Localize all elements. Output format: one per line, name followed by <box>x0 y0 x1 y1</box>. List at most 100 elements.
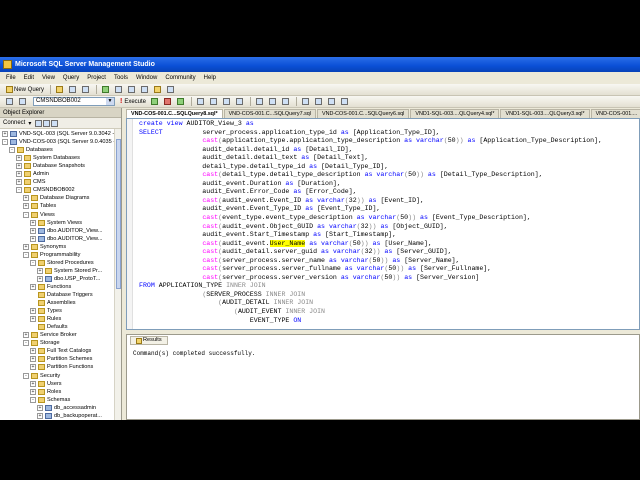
expand-icon[interactable]: + <box>30 388 36 395</box>
collapse-icon[interactable]: - <box>23 251 29 258</box>
save-all-button[interactable] <box>80 85 92 95</box>
document-tab[interactable]: VND1-SQL-003....QLQuery3.sql* <box>500 109 590 118</box>
expand-icon[interactable]: + <box>30 356 36 363</box>
open-button[interactable] <box>54 85 66 95</box>
query-designer-button[interactable] <box>208 97 220 107</box>
expand-icon[interactable]: + <box>37 275 43 282</box>
new-query-button[interactable]: New Query <box>4 85 46 95</box>
expand-icon[interactable]: + <box>37 267 43 274</box>
uncomment-button[interactable] <box>313 97 325 107</box>
properties-button[interactable] <box>152 85 164 95</box>
expand-icon[interactable]: + <box>16 179 22 186</box>
debug-button[interactable] <box>149 97 161 107</box>
disconnect-icon[interactable] <box>35 119 43 127</box>
parse-button[interactable] <box>175 97 187 107</box>
expand-icon[interactable]: + <box>16 163 22 170</box>
comment-button[interactable] <box>300 97 312 107</box>
expand-icon[interactable]: + <box>23 243 29 250</box>
tree-node[interactable]: + Users <box>30 380 62 388</box>
summary-button[interactable] <box>139 85 151 95</box>
tree-node[interactable]: - Stored Procedures <box>30 259 94 267</box>
tree-node[interactable]: - Databases <box>9 146 53 154</box>
expand-icon[interactable]: + <box>30 316 36 323</box>
object-explorer-scrollbar[interactable] <box>114 129 121 420</box>
expand-icon[interactable]: + <box>37 404 43 411</box>
tree-node[interactable]: + System Stored Pr... <box>37 267 102 275</box>
expand-icon[interactable]: + <box>37 412 43 419</box>
scrollbar-thumb[interactable] <box>116 139 121 289</box>
tree-node[interactable]: + Functions <box>30 283 71 291</box>
tree-node[interactable]: - Programmability <box>23 251 80 259</box>
tree-node[interactable]: + Rules <box>30 315 61 323</box>
collapse-icon[interactable]: - <box>16 187 22 194</box>
expand-icon[interactable]: + <box>30 235 36 242</box>
save-button[interactable] <box>67 85 79 95</box>
tree-node[interactable]: + Full Text Catalogs <box>30 347 91 355</box>
connect-dropdown[interactable]: Connect <box>3 120 25 126</box>
menu-community[interactable]: Community <box>165 75 195 81</box>
collapse-icon[interactable]: - <box>9 147 15 154</box>
menu-help[interactable]: Help <box>204 75 216 81</box>
expand-icon[interactable]: + <box>23 203 29 210</box>
tree-node[interactable]: + VND-SQL-003 (SQL Server 9.0.3042 - ... <box>2 130 120 138</box>
tree-node[interactable]: - Views <box>23 211 55 219</box>
client-statistics-button[interactable] <box>234 97 246 107</box>
outdent-button[interactable] <box>326 97 338 107</box>
expand-icon[interactable]: + <box>30 364 36 371</box>
tree-node[interactable]: - Storage <box>23 339 60 347</box>
expand-icon[interactable]: + <box>16 171 22 178</box>
tree-node[interactable]: + Types <box>30 307 62 315</box>
expand-icon[interactable]: + <box>23 195 29 202</box>
tree-node[interactable]: + Partition Functions <box>30 363 93 371</box>
tree-node[interactable]: + dbo.USP_ProtoT... <box>37 275 100 283</box>
menu-project[interactable]: Project <box>87 75 106 81</box>
menu-view[interactable]: View <box>42 75 55 81</box>
expand-icon[interactable]: + <box>30 380 36 387</box>
tree-node[interactable]: + Admin <box>16 170 49 178</box>
tree-node[interactable]: + System Views <box>30 219 82 227</box>
tree-node[interactable]: + Partition Schemes <box>30 355 92 363</box>
include-plan-button[interactable] <box>221 97 233 107</box>
expand-icon[interactable]: + <box>30 219 36 226</box>
tree-node[interactable]: + Roles <box>30 388 61 396</box>
expand-icon[interactable]: + <box>30 283 36 290</box>
tree-node[interactable]: - CMSNDBOB002 <box>16 186 75 194</box>
document-tab[interactable]: VND-COS-001.C...SQLQuery7.sql <box>223 109 316 118</box>
change-connection-button[interactable] <box>4 97 16 107</box>
tree-node[interactable]: Assemblies <box>30 299 76 307</box>
document-tab[interactable]: VND1-SQL-003....QLQuery4.sql* <box>410 109 500 118</box>
display-plan-button[interactable] <box>195 97 207 107</box>
tree-node[interactable]: + Tables <box>23 202 56 210</box>
expand-icon[interactable]: + <box>23 332 29 339</box>
tree-node[interactable]: Defaults <box>30 323 68 331</box>
disconnect-button[interactable] <box>17 97 29 107</box>
tree-node[interactable]: - VND-COS-003 (SQL Server 9.0.4035 - ... <box>2 138 121 146</box>
object-explorer-button[interactable] <box>113 85 125 95</box>
document-tab[interactable]: VND-COS-001.... <box>590 109 640 118</box>
registered-servers-button[interactable] <box>126 85 138 95</box>
tree-node[interactable]: + Service Broker <box>23 331 77 339</box>
results-tab[interactable]: Results <box>130 336 168 345</box>
query-editor[interactable]: create view AUDITOR_View_3 as SELECT ser… <box>126 118 640 330</box>
menu-file[interactable]: File <box>6 75 16 81</box>
sql-code[interactable]: create view AUDITOR_View_3 as SELECT ser… <box>139 120 602 325</box>
collapse-icon[interactable]: - <box>23 211 29 218</box>
tree-node[interactable]: + db_accessadmin <box>37 404 96 412</box>
expand-icon[interactable]: + <box>30 227 36 234</box>
tree-node[interactable]: + dbo.AUDITOR_View... <box>30 227 102 235</box>
tree-node[interactable]: Database Triggers <box>30 291 93 299</box>
expand-icon[interactable]: + <box>16 155 22 162</box>
collapse-icon[interactable]: - <box>23 372 29 379</box>
menu-query[interactable]: Query <box>63 75 79 81</box>
expand-icon[interactable]: + <box>30 348 36 355</box>
tree-node[interactable]: + db_backupoperat... <box>37 412 102 420</box>
collapse-icon[interactable]: - <box>23 340 29 347</box>
results-to-grid-button[interactable] <box>267 97 279 107</box>
refresh-icon[interactable] <box>51 119 59 127</box>
tree-node[interactable]: + Database Diagrams <box>23 194 89 202</box>
expand-icon[interactable]: + <box>30 308 36 315</box>
tree-node[interactable]: - Security <box>23 372 60 380</box>
menu-window[interactable]: Window <box>136 75 157 81</box>
connect-button[interactable] <box>100 85 112 95</box>
tree-node[interactable]: + Synonyms <box>23 243 66 251</box>
